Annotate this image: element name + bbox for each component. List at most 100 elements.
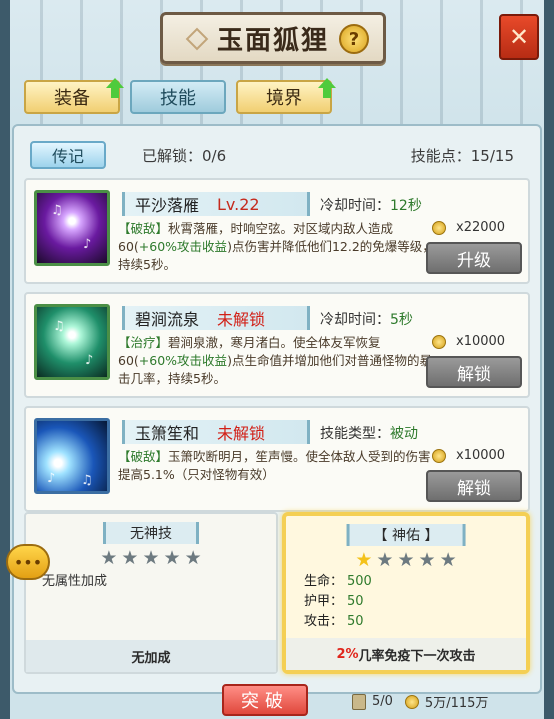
stat-value: 50: [347, 594, 364, 609]
stat-row: 护甲： 50: [304, 592, 372, 612]
legend-button[interactable]: 传记: [30, 141, 106, 169]
skill-name-plate: 碧涧流泉 未解锁: [122, 306, 310, 330]
star-icon: ★: [142, 547, 160, 569]
cost-value: x10000: [456, 334, 506, 349]
skill-points: 技能点：15/15: [410, 146, 514, 165]
chat-bubble-button[interactable]: •••: [6, 544, 50, 580]
meta-value: 被动: [390, 426, 418, 442]
star-icon: ★: [376, 549, 394, 571]
stat-label: 护甲：: [304, 594, 344, 609]
footer-text: 几率免疫下一次攻击: [358, 648, 476, 664]
cost: x22000: [432, 220, 505, 235]
tab-realm[interactable]: 境界: [236, 78, 336, 114]
tab-label: 境界: [266, 88, 302, 109]
divine-skill-panel: 无神技 ★ ★ ★ ★ ★ 无属性加成 无加成: [24, 512, 278, 674]
tab-label: 装备: [54, 88, 90, 109]
skill-description: 【破敌】秋霄落雁，时响空弦。对区域内敌人造成60(+60%攻击收益)点伤害并降低…: [118, 220, 438, 274]
skill-icon-pingsha[interactable]: ♫ ♪: [34, 190, 110, 266]
skill-name: 平沙落雁: [135, 196, 200, 215]
stat-label: 生命：: [304, 574, 344, 589]
resource-info: 5/0 5万/115万: [352, 692, 488, 711]
skills-header: 传记 已解锁：0/6 技能点：15/15: [30, 140, 524, 170]
skill-meta: 冷却时间：12秒: [320, 195, 422, 215]
blessing-panel: 【 神佑 】 ★ ★ ★ ★ ★ 生命： 500 护甲： 50 攻击： 50 2% 几率…: [282, 512, 530, 674]
meta-value: 12秒: [390, 198, 422, 214]
scroll-count: 5/0: [372, 694, 393, 709]
skill-description: 【破敌】玉箫吹断明月，笙声慢。使全体敌人受到的伤害提高5.1%（只对怪物有效）: [118, 448, 438, 484]
upgrade-arrow-icon: [318, 78, 336, 98]
tab-bar: 装备 技能 境界: [24, 78, 336, 114]
star-icon: ★: [439, 549, 457, 571]
unlock-button[interactable]: 解锁: [426, 356, 522, 388]
skill-icon-yuxiao[interactable]: ♪ ♫: [34, 418, 110, 494]
star-icon: ★: [100, 547, 118, 569]
cost-value: x22000: [456, 220, 506, 235]
skill-description: 【治疗】碧涧泉澈，寒月渚白。使全体友军恢复60(+60%攻击收益)点生命值并增加…: [118, 334, 438, 388]
skill-card: ♫ ♪ 碧涧流泉 未解锁 冷却时间：5秒 【治疗】碧涧泉澈，寒月渚白。使全体友军…: [24, 292, 530, 398]
star-icon: ★: [355, 549, 373, 571]
tab-label: 技能: [160, 88, 196, 109]
desc-highlight: +60%攻击收益: [138, 353, 228, 368]
music-note-icon: ♫: [81, 473, 93, 488]
cost: x10000: [432, 334, 505, 349]
music-note-icon: ♪: [83, 237, 92, 252]
close-button[interactable]: ✕: [499, 14, 539, 60]
skill-status: 未解锁: [217, 310, 266, 329]
skill-card: ♫ ♪ 平沙落雁 Lv.22 冷却时间：12秒 【破敌】秋霄落雁，时响空弦。对区…: [24, 178, 530, 284]
chat-icon: •••: [13, 552, 43, 572]
skill-icon-bijian[interactable]: ♫ ♪: [34, 304, 110, 380]
title-plaque: 玉面狐狸 ?: [160, 12, 386, 64]
skill-card: ♪ ♫ 玉箫笙和 未解锁 技能类型：被动 【破敌】玉箫吹断明月，笙声慢。使全体敌…: [24, 406, 530, 512]
skill-name-plate: 平沙落雁 Lv.22: [122, 192, 310, 216]
star-icon: ★: [163, 547, 181, 569]
star-icon: ★: [184, 547, 202, 569]
unlock-button[interactable]: 解锁: [426, 470, 522, 502]
skill-tag: 【治疗】: [118, 335, 169, 350]
meta-label: 技能类型：: [320, 426, 390, 442]
skill-status: 未解锁: [217, 424, 266, 443]
meta-value: 5秒: [390, 312, 413, 328]
page-title: 玉面狐狸: [216, 25, 329, 56]
skill-tag: 【破敌】: [118, 449, 169, 464]
cost: x10000: [432, 448, 505, 463]
panel-title: 无神技: [103, 522, 199, 544]
skill-level: Lv.22: [217, 194, 260, 214]
breakthrough-button[interactable]: 突破: [222, 684, 308, 716]
skill-tag: 【破敌】: [118, 221, 169, 236]
upgrade-button[interactable]: 升级: [426, 242, 522, 274]
tab-skills[interactable]: 技能: [130, 80, 226, 114]
star-icon: ★: [418, 549, 436, 571]
panel-footer: 无加成: [26, 640, 276, 672]
music-note-icon: ♪: [85, 353, 94, 368]
skill-meta: 冷却时间：5秒: [320, 309, 413, 329]
meta-label: 冷却时间：: [320, 312, 390, 328]
tab-equipment[interactable]: 装备: [24, 78, 124, 114]
skill-meta: 技能类型：被动: [320, 423, 418, 443]
upgrade-arrow-icon: [106, 78, 124, 98]
coin-icon: [432, 220, 446, 235]
star-icon: ★: [121, 547, 139, 569]
music-note-icon: ♫: [53, 319, 65, 334]
music-note-icon: ♫: [51, 203, 63, 218]
stat-label: 攻击：: [304, 614, 344, 629]
skill-name-plate: 玉箫笙和 未解锁: [122, 420, 310, 444]
stat-row: 攻击： 50: [304, 612, 372, 632]
attribute-note: 无属性加成: [42, 574, 108, 589]
cost-value: x10000: [456, 448, 506, 463]
coin-icon: [404, 694, 419, 709]
music-note-icon: ♪: [47, 471, 56, 486]
star-icon: ★: [397, 549, 415, 571]
panel-footer: 2% 几率免疫下一次攻击: [286, 638, 526, 670]
desc-highlight: +60%攻击收益: [138, 239, 228, 254]
scroll-icon: [352, 693, 366, 710]
star-rating: ★ ★ ★ ★ ★: [355, 550, 456, 570]
money-count: 5万/115万: [424, 696, 489, 711]
stat-row: 生命： 500: [304, 572, 372, 592]
stat-list: 生命： 500 护甲： 50 攻击： 50: [304, 572, 372, 632]
meta-label: 冷却时间：: [320, 198, 390, 214]
diamond-ornament-icon: [185, 27, 209, 51]
help-button[interactable]: ?: [339, 24, 369, 54]
skill-name: 玉箫笙和: [135, 424, 200, 443]
footer-percent: 2%: [336, 646, 359, 662]
skill-name: 碧涧流泉: [135, 310, 200, 329]
